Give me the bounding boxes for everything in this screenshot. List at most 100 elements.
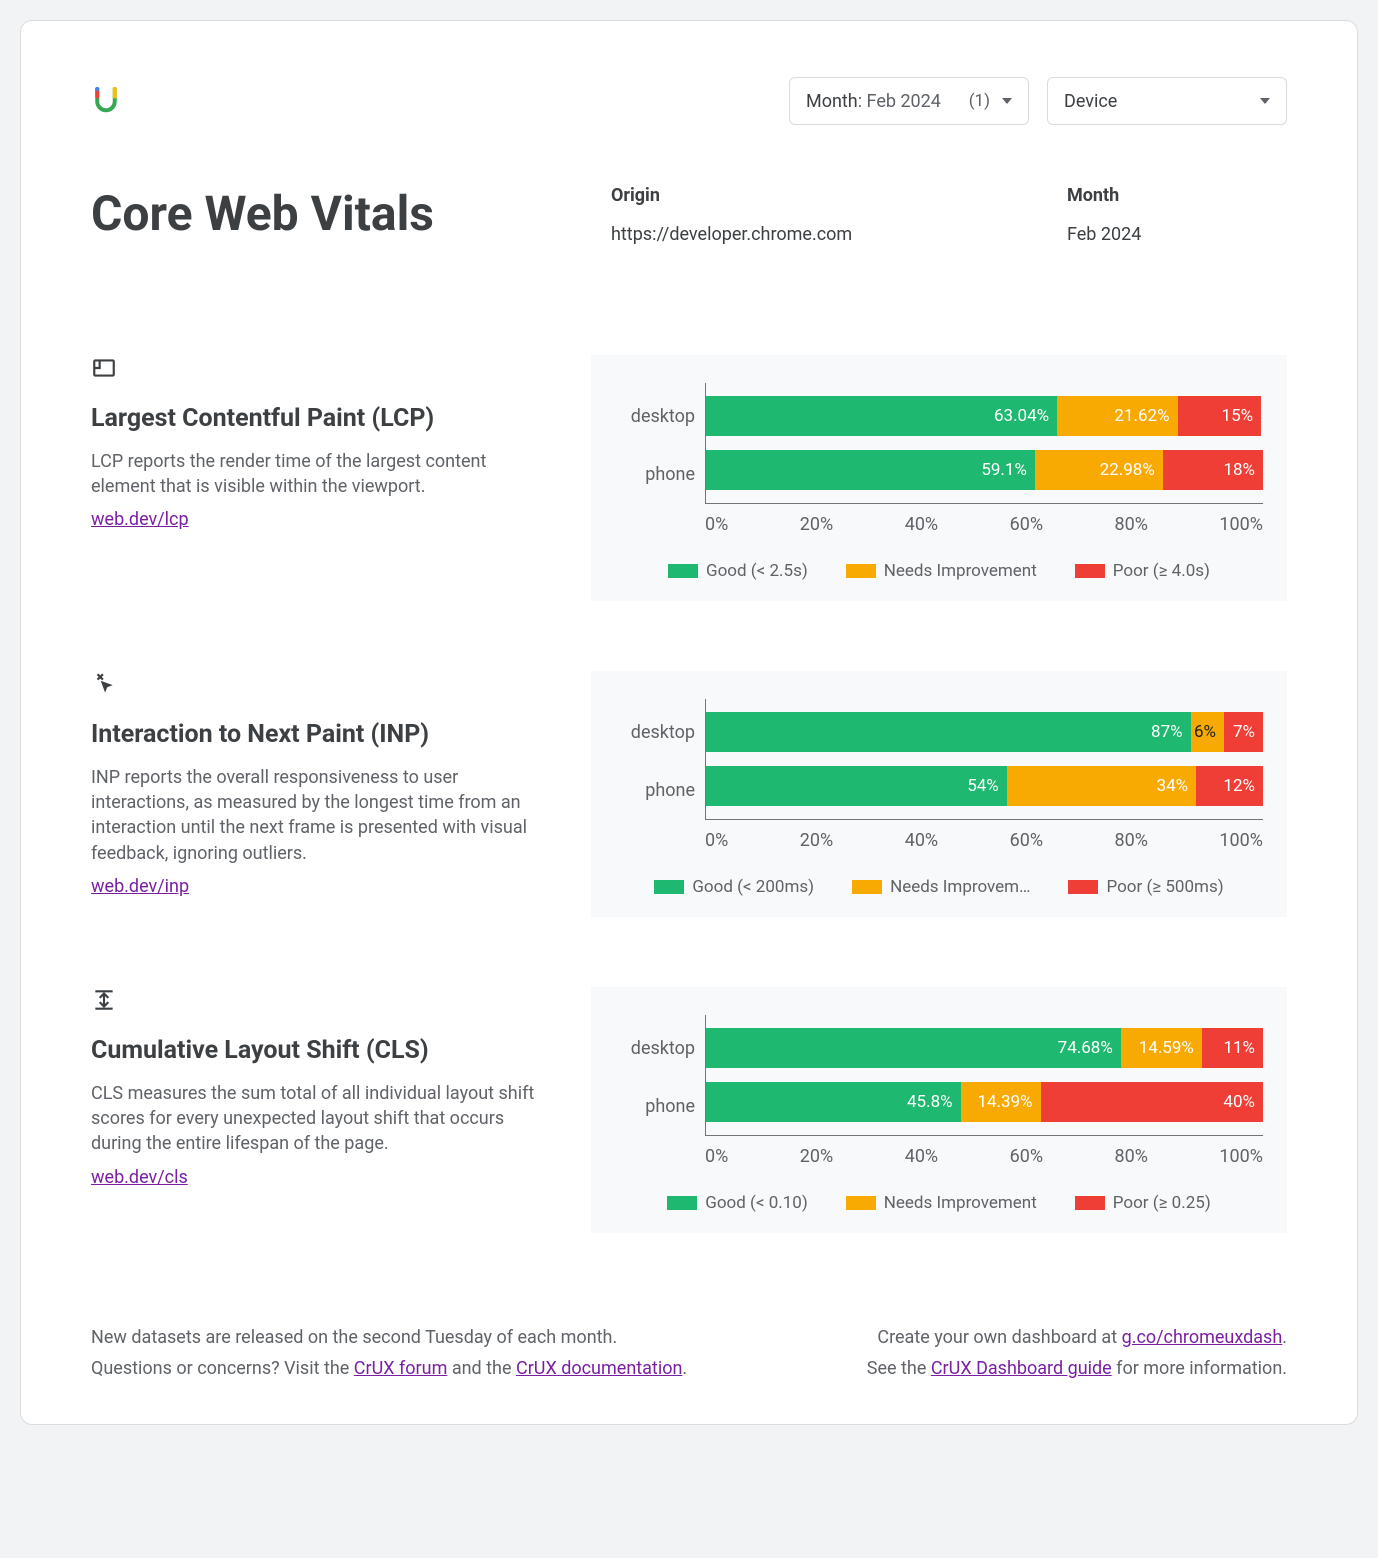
- bar-seg-good: 74.68%: [706, 1028, 1121, 1068]
- swatch-icon: [846, 1196, 876, 1210]
- bar-seg-poor: 40%: [1041, 1082, 1263, 1122]
- axis-tick: 80%: [1115, 830, 1148, 851]
- footer-text: .: [682, 1358, 687, 1379]
- bar-seg-ni: 21.62%: [1057, 396, 1177, 436]
- metric-desc: LCP reports the render time of the large…: [91, 449, 541, 499]
- axis-tick: 80%: [1115, 514, 1148, 535]
- axis-tick: 100%: [1219, 514, 1263, 535]
- bar-row: 63.04%21.62%15%: [706, 396, 1263, 436]
- legend: Good (< 2.5s) Needs Improvement Poor (≥ 4.…: [615, 561, 1263, 581]
- axis-tick: 80%: [1115, 1146, 1148, 1167]
- metric-link[interactable]: web.dev/cls: [91, 1167, 188, 1188]
- bars-area: 87%6%7%54%34%12%0%20%40%60%80%100%: [705, 699, 1263, 851]
- device-filter[interactable]: Device: [1047, 77, 1287, 125]
- lcp-icon: [91, 355, 541, 386]
- x-axis: 0%20%40%60%80%100%: [705, 1135, 1263, 1167]
- y-labels: desktopphone: [615, 1015, 695, 1135]
- metric-desc: CLS measures the sum total of all indivi…: [91, 1081, 541, 1157]
- footer-right: Create your own dashboard at g.co/chrome…: [867, 1323, 1287, 1384]
- bars-area: 74.68%14.59%11%45.8%14.39%40%0%20%40%60%…: [705, 1015, 1263, 1167]
- swatch-icon: [654, 880, 684, 894]
- footer-text: for more information.: [1112, 1358, 1287, 1379]
- crux-forum-link[interactable]: CrUX forum: [354, 1358, 448, 1379]
- metric-info: Largest Contentful Paint (LCP)LCP report…: [91, 355, 541, 601]
- bar-seg-ni: 34%: [1007, 766, 1196, 806]
- axis-tick: 60%: [1010, 514, 1043, 535]
- month-filter-value: : Feb 2024: [858, 91, 941, 112]
- legend-label: Poor (≥ 500ms): [1106, 877, 1223, 897]
- bar-row: 59.1%22.98%18%: [706, 450, 1263, 490]
- legend-poor: Poor (≥ 0.25): [1075, 1193, 1211, 1213]
- chevron-down-icon: [1002, 98, 1012, 104]
- metric-info: Cumulative Layout Shift (CLS)CLS measure…: [91, 987, 541, 1233]
- metric-link[interactable]: web.dev/lcp: [91, 509, 189, 530]
- legend: Good (< 200ms) Needs Improvem… Poor (≥ 500…: [615, 877, 1263, 897]
- axis-tick: 20%: [800, 514, 833, 535]
- axis-tick: 20%: [800, 830, 833, 851]
- legend-label: Poor (≥ 0.25): [1113, 1193, 1211, 1213]
- chart-body: desktopphone74.68%14.59%11%45.8%14.39%40…: [615, 1015, 1263, 1167]
- month-value: Feb 2024: [1067, 224, 1287, 245]
- footer-left: New datasets are released on the second …: [91, 1323, 687, 1384]
- bar-row-label: desktop: [615, 1038, 695, 1059]
- bar-seg-poor: 15%: [1178, 396, 1262, 436]
- bar-seg-poor: 11%: [1202, 1028, 1263, 1068]
- footer-text: Create your own dashboard at g.co/chrome…: [867, 1323, 1287, 1354]
- legend-good: Good (< 200ms): [654, 877, 814, 897]
- bar-row-label: desktop: [615, 722, 695, 743]
- bar-row: 45.8%14.39%40%: [706, 1082, 1263, 1122]
- month-block: Month Feb 2024: [1067, 185, 1287, 245]
- crux-dash-link[interactable]: g.co/chromeuxdash: [1122, 1327, 1283, 1348]
- bar-seg-ni: 14.39%: [961, 1082, 1041, 1122]
- cls-icon: [91, 987, 541, 1018]
- bar-seg-good: 87%: [706, 712, 1191, 752]
- swatch-icon: [668, 564, 698, 578]
- swatch-icon: [852, 880, 882, 894]
- bars-col: 74.68%14.59%11%45.8%14.39%40%: [705, 1015, 1263, 1135]
- bar-row-label: phone: [615, 780, 695, 801]
- legend-ni: Needs Improvement: [846, 561, 1037, 581]
- crux-docs-link[interactable]: CrUX documentation: [516, 1358, 682, 1379]
- axis-tick: 0%: [705, 1146, 728, 1167]
- bar-seg-ni: 6%: [1191, 712, 1224, 752]
- x-axis: 0%20%40%60%80%100%: [705, 503, 1263, 535]
- legend-ni: Needs Improvement: [846, 1193, 1037, 1213]
- metric-row-inp: Interaction to Next Paint (INP)INP repor…: [91, 671, 1287, 917]
- bar-seg-good: 54%: [706, 766, 1007, 806]
- metric-link[interactable]: web.dev/inp: [91, 876, 189, 897]
- legend: Good (< 0.10) Needs Improvement Poor (≥ 0.…: [615, 1193, 1263, 1213]
- device-filter-label: Device: [1064, 91, 1117, 112]
- metric-row-lcp: Largest Contentful Paint (LCP)LCP report…: [91, 355, 1287, 601]
- bar-seg-good: 59.1%: [706, 450, 1035, 490]
- month-filter-count: (1): [969, 91, 996, 111]
- bar-seg-poor: 7%: [1224, 712, 1263, 752]
- swatch-icon: [1068, 880, 1098, 894]
- bar-row: 87%6%7%: [706, 712, 1263, 752]
- month-filter[interactable]: Month: Feb 2024 (1): [789, 77, 1029, 125]
- swatch-icon: [846, 564, 876, 578]
- bar-row: 54%34%12%: [706, 766, 1263, 806]
- y-labels: desktop phone: [615, 383, 695, 503]
- filters: Month: Feb 2024 (1) Device: [789, 77, 1287, 125]
- metric-row-cls: Cumulative Layout Shift (CLS)CLS measure…: [91, 987, 1287, 1233]
- footer-text: See the: [867, 1358, 931, 1379]
- legend-label: Needs Improvem…: [890, 877, 1030, 897]
- y-labels: desktop phone: [615, 699, 695, 819]
- crux-guide-link[interactable]: CrUX Dashboard guide: [931, 1358, 1112, 1379]
- legend-label: Good (< 200ms): [692, 877, 814, 897]
- axis-tick: 60%: [1010, 830, 1043, 851]
- legend-good: Good (< 0.10): [667, 1193, 808, 1213]
- chart-panel-cls: desktopphone74.68%14.59%11%45.8%14.39%40…: [591, 987, 1287, 1233]
- web-vitals-logo-icon: [91, 84, 121, 119]
- axis-tick: 60%: [1010, 1146, 1043, 1167]
- bar-seg-good: 45.8%: [706, 1082, 961, 1122]
- legend-label: Poor (≥ 4.0s): [1113, 561, 1210, 581]
- axis-tick: 40%: [905, 1146, 938, 1167]
- x-axis: 0%20%40%60%80%100%: [705, 819, 1263, 851]
- bars-area: 63.04%21.62%15%59.1%22.98%18%0%20%40%60%…: [705, 383, 1263, 535]
- bar-row-label: phone: [615, 464, 695, 485]
- axis-tick: 40%: [905, 830, 938, 851]
- bar-seg-good: 63.04%: [706, 396, 1057, 436]
- bar-row-label: desktop: [615, 406, 695, 427]
- legend-label: Good (< 2.5s): [706, 561, 808, 581]
